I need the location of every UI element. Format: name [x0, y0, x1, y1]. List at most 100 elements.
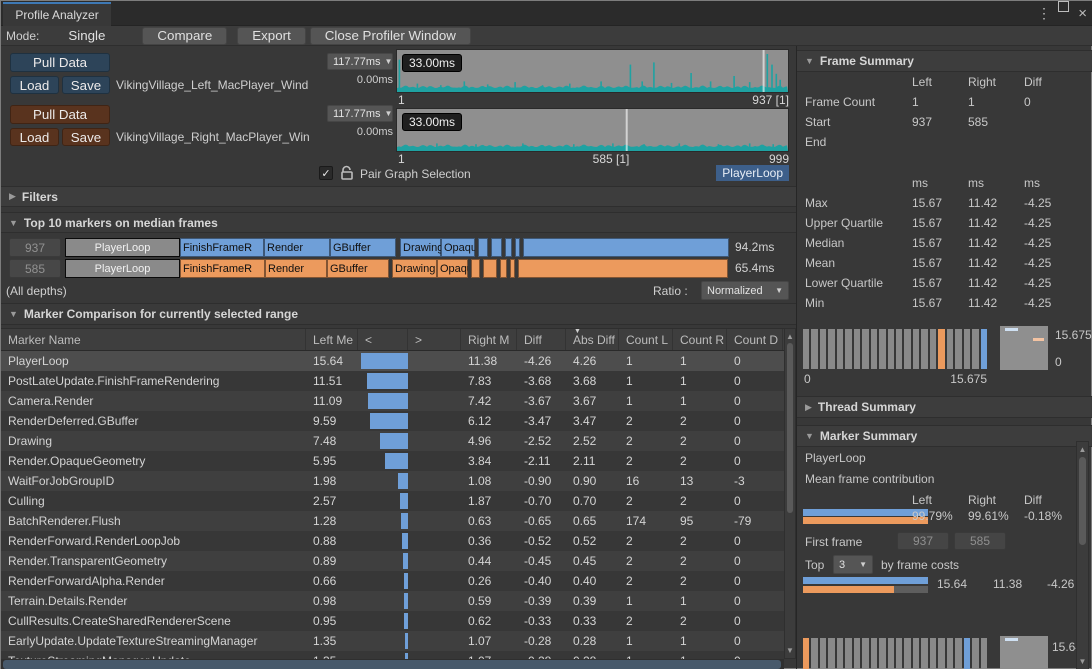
table-row[interactable]: RenderDeferred.GBuffer9.596.12-3.473.472…	[1, 411, 784, 431]
marker-segment[interactable]: PlayerLoop	[65, 238, 180, 257]
table-row[interactable]: Render.OpaqueGeometry5.953.84-2.112.1122…	[1, 451, 784, 471]
frame-boxplot[interactable]	[1000, 326, 1048, 370]
marker-histogram[interactable]	[803, 638, 987, 669]
top10-frame-button[interactable]: 937	[9, 238, 61, 257]
filters-section-header[interactable]: ▶Filters	[1, 186, 796, 207]
top10-frame-button[interactable]: 585	[9, 259, 61, 278]
load-right-button[interactable]: Load	[10, 128, 59, 146]
thread-summary-header[interactable]: ▶Thread Summary	[797, 396, 1092, 418]
table-row[interactable]: Culling2.571.87-0.700.70220	[1, 491, 784, 511]
marker-segment[interactable]	[523, 238, 729, 257]
scroll-up-icon[interactable]: ▲	[785, 332, 795, 341]
summary-value: 11.42	[968, 236, 997, 250]
marker-segment[interactable]	[505, 238, 512, 257]
scroll-down-icon[interactable]: ▼	[785, 646, 795, 655]
kebab-menu-icon[interactable]: ⋮	[1037, 4, 1051, 22]
comparison-section-header[interactable]: ▼Marker Comparison for currently selecte…	[1, 303, 796, 325]
frame-summary-header[interactable]: ▼Frame Summary	[797, 50, 1092, 72]
cell-value: 2	[619, 551, 673, 571]
table-row[interactable]: CullResults.CreateSharedRendererScene0.9…	[1, 611, 784, 631]
column-header-diff[interactable]: Diff	[517, 329, 566, 350]
column-header-count-l[interactable]: Count L	[619, 329, 673, 350]
ratio-dropdown[interactable]: Normalized▼	[701, 281, 789, 300]
frame-histogram[interactable]	[803, 329, 987, 369]
right-yaxis-max-dropdown[interactable]: 117.77ms▼	[327, 105, 393, 122]
table-row[interactable]: Render.TransparentGeometry0.890.44-0.450…	[1, 551, 784, 571]
table-row[interactable]: EarlyUpdate.UpdateTextureStreamingManage…	[1, 631, 784, 651]
pull-data-left-button[interactable]: Pull Data	[10, 53, 110, 72]
marker-boxplot[interactable]	[1000, 636, 1048, 669]
table-row[interactable]: PlayerLoop15.6411.38-4.264.26110	[1, 351, 784, 371]
cell-value: 4.26	[566, 351, 619, 371]
table-row[interactable]: Camera.Render11.097.42-3.673.67110	[1, 391, 784, 411]
top-count-dropdown[interactable]: 3▼	[833, 555, 873, 574]
scroll-down-icon[interactable]: ▼	[1077, 657, 1088, 666]
marker-segment[interactable]: Opaqu	[437, 259, 468, 278]
first-frame-right-button[interactable]: 585	[954, 532, 1006, 550]
mode-compare-button[interactable]: Compare	[142, 27, 227, 45]
top10-section-header[interactable]: ▼Top 10 markers on median frames	[1, 212, 796, 233]
right-frame-graph[interactable]: 33.00ms	[396, 108, 789, 152]
pull-data-right-button[interactable]: Pull Data	[10, 105, 110, 124]
all-depths-label: (All depths)	[6, 284, 67, 298]
table-row[interactable]: RenderForward.RenderLoopJob0.880.36-0.52…	[1, 531, 784, 551]
column-header--[interactable]: <	[358, 329, 408, 350]
table-row[interactable]: Terrain.Details.Render0.980.59-0.390.391…	[1, 591, 784, 611]
close-profiler-button[interactable]: Close Profiler Window	[310, 27, 471, 45]
load-left-button[interactable]: Load	[10, 76, 59, 94]
marker-segment[interactable]: GBuffer	[330, 238, 396, 257]
marker-segment[interactable]: Render	[265, 259, 327, 278]
top10-marker-bar[interactable]: PlayerLoopFinishFrameRRenderGBufferDrawi…	[65, 238, 731, 257]
selected-marker-chip[interactable]: PlayerLoop	[716, 165, 789, 181]
table-row[interactable]: RenderForwardAlpha.Render0.660.26-0.400.…	[1, 571, 784, 591]
marker-segment[interactable]	[518, 259, 728, 278]
table-row[interactable]: BatchRenderer.Flush1.280.63-0.650.651749…	[1, 511, 784, 531]
panel-scrollbar[interactable]: ▲ ▼	[1076, 441, 1089, 669]
left-frame-graph[interactable]: 33.00ms	[396, 49, 789, 93]
pair-graph-checkbox[interactable]: ✓	[319, 166, 333, 180]
marker-segment[interactable]: GBuffer	[327, 259, 389, 278]
marker-segment[interactable]: Drawing	[400, 238, 441, 257]
marker-segment[interactable]: Opaqu	[441, 238, 475, 257]
table-row[interactable]: WaitForJobGroupID1.981.08-0.900.901613-3	[1, 471, 784, 491]
top10-marker-bar[interactable]: PlayerLoopFinishFrameRRenderGBufferDrawi…	[65, 259, 731, 278]
marker-segment[interactable]	[483, 259, 497, 278]
cell-value: 1	[673, 391, 727, 411]
column-header--[interactable]: >	[408, 329, 461, 350]
marker-summary-header[interactable]: ▼Marker Summary	[797, 425, 1092, 447]
column-header-abs-diff[interactable]: ▼Abs Diff	[566, 329, 619, 350]
column-header-right-m[interactable]: Right M	[461, 329, 517, 350]
lock-icon[interactable]	[340, 165, 354, 181]
marker-segment[interactable]: PlayerLoop	[65, 259, 180, 278]
tab-profile-analyzer[interactable]: Profile Analyzer	[3, 2, 111, 26]
save-left-button[interactable]: Save	[62, 76, 110, 94]
table-horizontal-scrollbar[interactable]	[1, 659, 784, 669]
first-frame-left-button[interactable]: 937	[897, 532, 949, 550]
table-row[interactable]: Drawing7.484.96-2.522.52220	[1, 431, 784, 451]
left-dataset-filename: VikingVillage_Left_MacPlayer_Wind	[116, 78, 308, 92]
maximize-icon[interactable]	[1058, 1, 1069, 12]
column-header-left-me[interactable]: Left Me	[306, 329, 358, 350]
close-icon[interactable]: ×	[1078, 4, 1087, 22]
marker-segment[interactable]: Render	[264, 238, 330, 257]
scroll-up-icon[interactable]: ▲	[1077, 445, 1088, 454]
marker-segment[interactable]	[471, 259, 480, 278]
table-vertical-scrollbar[interactable]: ▲ ▼	[784, 328, 796, 659]
marker-segment[interactable]	[500, 259, 507, 278]
left-yaxis-max-dropdown[interactable]: 117.77ms▼	[327, 53, 393, 70]
marker-segment[interactable]: FinishFrameR	[180, 238, 264, 257]
mode-single-button[interactable]: Single	[49, 27, 124, 45]
table-row[interactable]: PostLateUpdate.FinishFrameRendering11.51…	[1, 371, 784, 391]
marker-segment[interactable]	[478, 238, 488, 257]
marker-segment[interactable]	[491, 238, 502, 257]
left-graph-x-start: 1	[398, 93, 405, 107]
contrib-diff: -0.18%	[1024, 509, 1062, 523]
column-header-count-r[interactable]: Count R	[673, 329, 727, 350]
save-right-button[interactable]: Save	[62, 128, 110, 146]
column-header-marker-name[interactable]: Marker Name	[1, 329, 306, 350]
marker-segment[interactable]: Drawing	[392, 259, 437, 278]
cell-value: 13	[673, 471, 727, 491]
export-button[interactable]: Export	[237, 27, 306, 45]
column-header-count-d[interactable]: Count D	[727, 329, 783, 350]
marker-segment[interactable]: FinishFrameR	[180, 259, 265, 278]
